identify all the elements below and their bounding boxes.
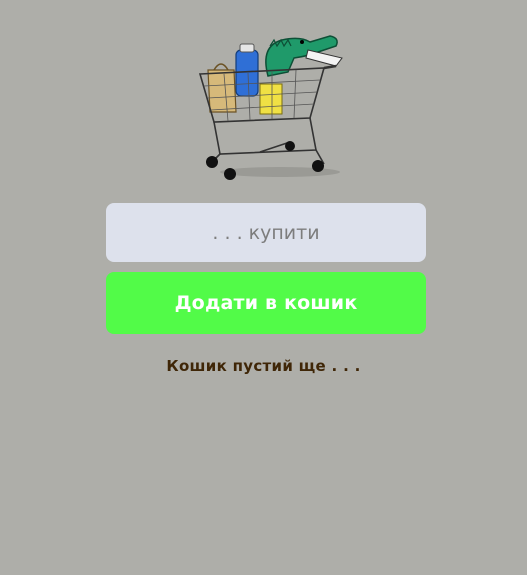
add-item-form: Додати в кошик — [106, 203, 426, 334]
empty-cart-message: Кошик пустий ще . . . — [166, 357, 361, 375]
add-to-cart-button[interactable]: Додати в кошик — [106, 272, 426, 334]
shopping-app: Додати в кошик Кошик пустий ще . . . — [0, 0, 527, 575]
item-input[interactable] — [106, 203, 426, 262]
crocodile-shopping-cart-icon — [198, 35, 343, 180]
